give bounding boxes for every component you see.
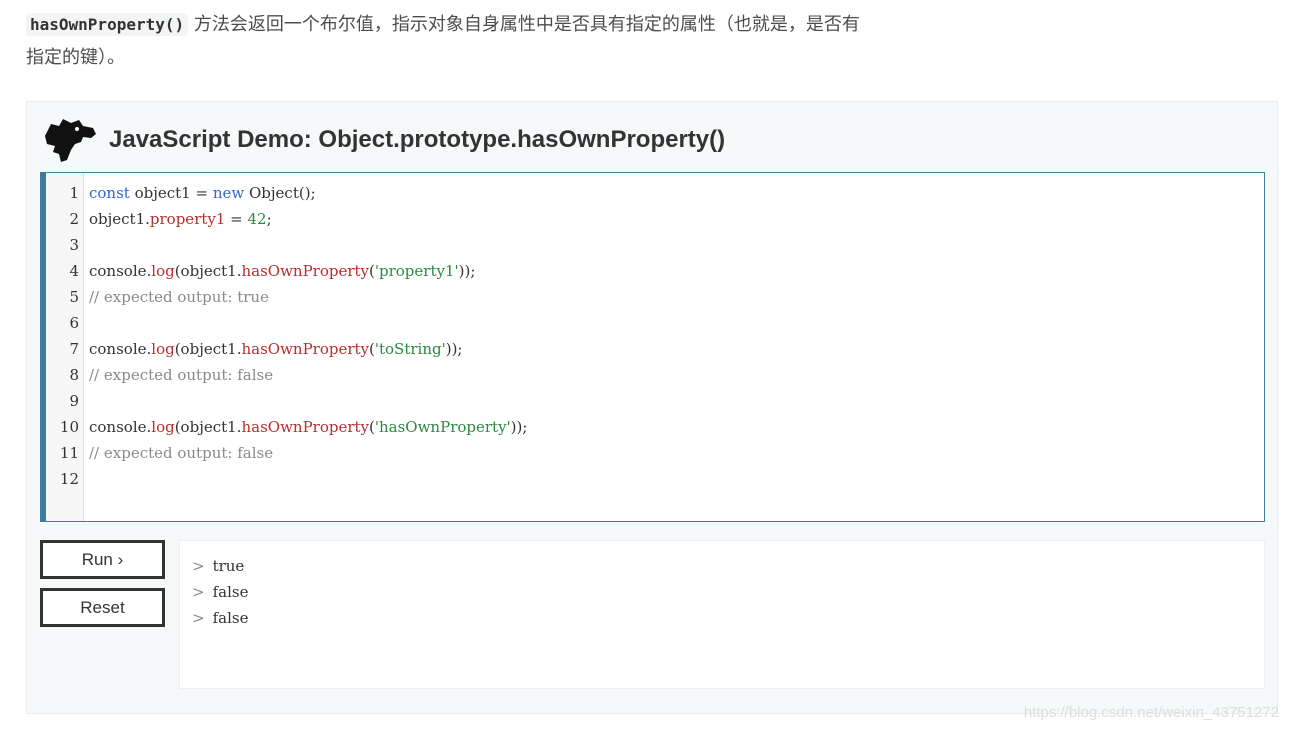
line-number: 10 bbox=[59, 418, 79, 436]
code-token: console. bbox=[89, 262, 152, 280]
code-line: object1.property1 = 42; bbox=[89, 206, 527, 232]
code-token: property1 bbox=[149, 210, 226, 228]
line-number-gutter: 1 2 3 4 5 6 7 8 9 10 11 12 bbox=[46, 173, 84, 521]
code-token: (object1. bbox=[174, 262, 242, 280]
method-name-code: hasOwnProperty() bbox=[26, 13, 189, 36]
output-value: false bbox=[212, 609, 249, 627]
code-line: // expected output: true bbox=[89, 284, 527, 310]
dinosaur-head-icon bbox=[45, 119, 96, 162]
code-token: new bbox=[212, 184, 245, 202]
output-value: true bbox=[212, 557, 245, 575]
code-line: // expected output: false bbox=[89, 440, 527, 466]
output-value: false bbox=[212, 583, 249, 601]
line-number: 6 bbox=[69, 314, 79, 332]
code-token: )); bbox=[458, 262, 476, 280]
demo-header: JavaScript Demo: Object.prototype.hasOwn… bbox=[41, 116, 725, 164]
line-number: 7 bbox=[69, 340, 79, 358]
run-button[interactable]: Run › bbox=[40, 540, 165, 579]
line-number: 5 bbox=[69, 288, 79, 306]
line-number: 12 bbox=[59, 470, 79, 488]
code-token: = bbox=[225, 210, 248, 228]
code-token: )); bbox=[510, 418, 528, 436]
code-token: log bbox=[151, 340, 175, 358]
code-token: (object1. bbox=[174, 340, 242, 358]
output-prompt-icon: > bbox=[192, 609, 205, 627]
output-line: > true bbox=[192, 553, 1264, 579]
code-editor[interactable]: 1 2 3 4 5 6 7 8 9 10 11 12 const object1 = new Obje… bbox=[40, 172, 1265, 522]
code-token: // expected output: false bbox=[89, 366, 274, 384]
interactive-demo-panel: JavaScript Demo: Object.prototype.hasOwn… bbox=[26, 101, 1278, 714]
code-line: // expected output: false bbox=[89, 362, 527, 388]
code-area[interactable]: const object1 = new Object(); object1.pro… bbox=[84, 173, 527, 521]
code-token: // expected output: false bbox=[89, 444, 274, 462]
code-token: hasOwnProperty bbox=[241, 418, 370, 436]
line-number: 1 bbox=[69, 184, 79, 202]
code-token: )); bbox=[445, 340, 463, 358]
code-token: hasOwnProperty bbox=[241, 340, 370, 358]
code-token: ; bbox=[266, 210, 272, 228]
output-line: > false bbox=[192, 579, 1264, 605]
line-number: 9 bbox=[69, 392, 79, 410]
code-token: log bbox=[151, 418, 175, 436]
code-token: const bbox=[89, 184, 130, 202]
code-token: hasOwnProperty bbox=[241, 262, 370, 280]
line-number: 8 bbox=[69, 366, 79, 384]
code-line: const object1 = new Object(); bbox=[89, 180, 527, 206]
code-token: 42 bbox=[247, 210, 267, 228]
line-number: 4 bbox=[69, 262, 79, 280]
code-token: 'hasOwnProperty' bbox=[374, 418, 511, 436]
output-prompt-icon: > bbox=[192, 583, 205, 601]
watermark: https://blog.csdn.net/weixin_43751272 bbox=[1023, 704, 1279, 721]
line-number: 2 bbox=[69, 210, 79, 228]
output-prompt-icon: > bbox=[192, 557, 205, 575]
code-token: 'toString' bbox=[374, 340, 446, 358]
intro-paragraph: hasOwnProperty() 方法会返回一个布尔值，指示对象自身属性中是否具… bbox=[26, 8, 866, 74]
code-token: object1 = bbox=[129, 184, 213, 202]
line-number: 11 bbox=[59, 444, 79, 462]
code-token: console. bbox=[89, 418, 152, 436]
code-token: Object(); bbox=[244, 184, 316, 202]
code-token: 'property1' bbox=[374, 262, 459, 280]
demo-title: JavaScript Demo: Object.prototype.hasOwn… bbox=[109, 126, 726, 153]
code-token: (object1. bbox=[174, 418, 242, 436]
code-line: console.log(object1.hasOwnProperty('hasO… bbox=[89, 414, 527, 440]
code-token: log bbox=[151, 262, 175, 280]
code-line: console.log(object1.hasOwnProperty('toSt… bbox=[89, 336, 527, 362]
code-line: console.log(object1.hasOwnProperty('prop… bbox=[89, 258, 527, 284]
code-token: // expected output: true bbox=[89, 288, 269, 306]
reset-button[interactable]: Reset bbox=[40, 588, 165, 627]
code-token: object1. bbox=[89, 210, 150, 228]
output-line: > false bbox=[192, 605, 1264, 631]
code-token: console. bbox=[89, 340, 152, 358]
console-output: > true > false > false bbox=[179, 540, 1265, 689]
line-number: 3 bbox=[69, 236, 79, 254]
